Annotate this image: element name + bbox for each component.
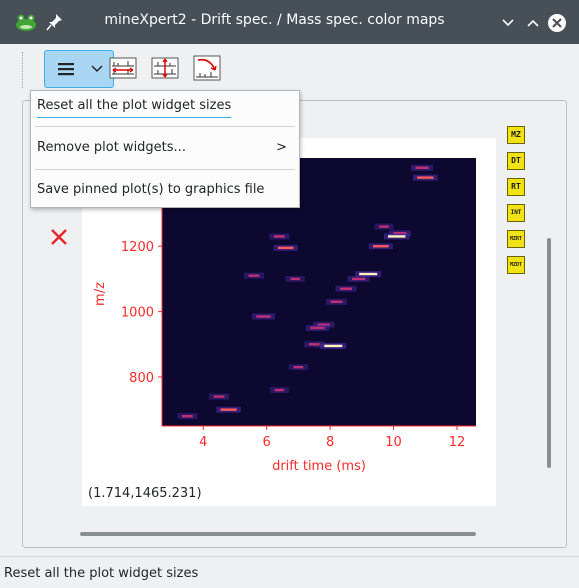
rt-arrow-icon[interactable]: RT (507, 178, 525, 196)
main-menu-button[interactable] (44, 50, 114, 88)
window-titlebar: mineXpert2 - Drift spec. / Mass spec. co… (0, 0, 579, 44)
hamburger-menu-icon (58, 63, 74, 76)
vertical-sync-icon[interactable] (150, 54, 180, 82)
submenu-chevron-icon: > (276, 140, 287, 155)
horizontal-sync-icon[interactable] (108, 54, 138, 82)
side-button-label: MZ (511, 130, 521, 139)
side-button-label: MZDT (509, 261, 523, 268)
side-button-label: RT (511, 182, 521, 191)
maximize-icon[interactable] (522, 12, 544, 34)
coordinates-readout: (1.714,1465.231) (88, 486, 202, 501)
menu-item-label: Remove plot widgets... (37, 140, 186, 155)
status-bar: Reset all the plot widget sizes (0, 556, 579, 588)
minimize-icon[interactable] (497, 12, 519, 34)
context-menu: Reset all the plot widget sizes Remove p… (30, 90, 300, 208)
focus-underline (37, 117, 231, 118)
close-icon[interactable] (546, 12, 568, 34)
status-text: Reset all the plot widget sizes (4, 566, 199, 581)
mz-arrow-icon[interactable]: MZ (507, 126, 525, 144)
int-arrow-icon[interactable]: INT (507, 204, 525, 222)
menu-item-save-pinned-plots[interactable]: Save pinned plot(s) to graphics file (31, 176, 299, 206)
side-button-label: INT (510, 209, 522, 216)
horizontal-scrollbar[interactable] (80, 532, 476, 536)
rewind-icon[interactable] (192, 54, 222, 82)
pin-icon[interactable] (46, 12, 64, 32)
toolbar (12, 48, 565, 92)
vertical-scrollbar[interactable] (547, 238, 551, 468)
red-x-icon[interactable] (50, 228, 68, 246)
mz-rt-colormap-icon[interactable]: MZRT (507, 230, 525, 248)
app-frog-icon (16, 14, 36, 31)
menu-item-label: Save pinned plot(s) to graphics file (37, 182, 265, 197)
menu-separator (35, 126, 295, 127)
dt-arrow-icon[interactable]: DT (507, 152, 525, 170)
side-button-label: DT (511, 156, 521, 165)
menu-item-remove-plot-widgets[interactable]: Remove plot widgets... > (31, 134, 299, 164)
window-title: mineXpert2 - Drift spec. / Mass spec. co… (104, 12, 445, 28)
menu-item-reset-sizes[interactable]: Reset all the plot widget sizes (31, 92, 299, 122)
side-button-label: MZRT (509, 235, 523, 242)
menu-item-label: Reset all the plot widget sizes (37, 98, 232, 113)
menu-separator (35, 169, 295, 170)
chevron-down-icon (91, 65, 103, 73)
toolbar-handle[interactable] (22, 52, 26, 88)
mz-dt-colormap-icon[interactable]: MZDT (507, 256, 525, 274)
